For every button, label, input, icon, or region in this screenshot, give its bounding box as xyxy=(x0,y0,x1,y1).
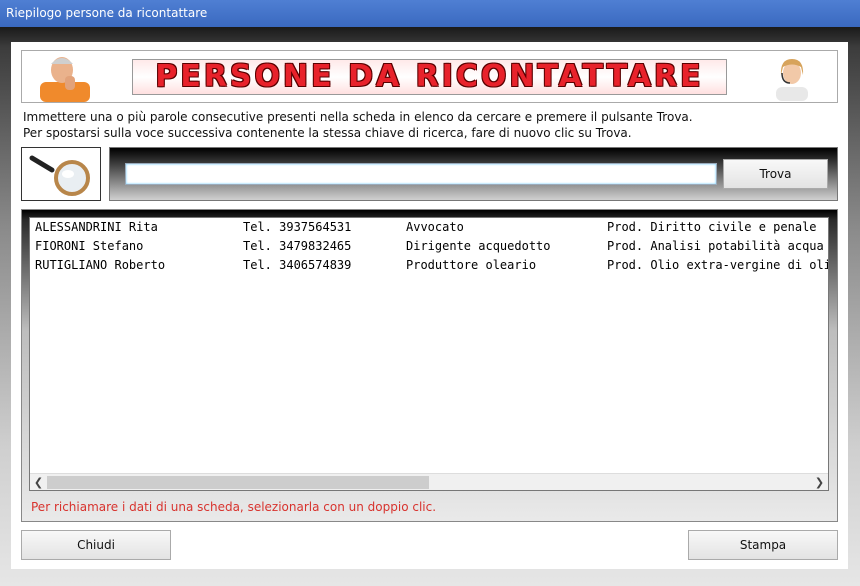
banner: PERSONE DA RICONTATTARE xyxy=(21,50,838,103)
list-rows: ALESSANDRINI Rita Tel. 3937564531 Avvoca… xyxy=(30,218,828,473)
contact-product: Prod. Olio extra-vergine di oliva xyxy=(607,258,828,272)
contact-product: Prod. Diritto civile e penale xyxy=(607,220,817,234)
operator-avatar-icon xyxy=(776,59,808,101)
horizontal-scrollbar[interactable]: ❮ ❯ xyxy=(30,473,828,490)
chevron-left-icon[interactable]: ❮ xyxy=(30,474,47,490)
instruction-line-1: Immettere una o più parole consecutive p… xyxy=(23,110,693,124)
contact-product: Prod. Analisi potabilità acqua xyxy=(607,239,824,253)
contact-phone: Tel. 3406574839 xyxy=(243,258,352,272)
contact-name: ALESSANDRINI Rita xyxy=(35,220,158,234)
contacts-list[interactable]: ALESSANDRINI Rita Tel. 3937564531 Avvoca… xyxy=(29,217,829,491)
instruction-line-2: Per spostarsi sulla voce successiva cont… xyxy=(23,126,632,140)
window-title: Riepilogo persone da ricontattare xyxy=(6,6,208,20)
magnifier-icon xyxy=(29,155,90,196)
banner-title: PERSONE DA RICONTATTARE xyxy=(132,59,727,95)
list-hint: Per richiamare i dati di una scheda, sel… xyxy=(31,500,437,514)
contact-role: Produttore oleario xyxy=(406,258,537,272)
chevron-right-icon[interactable]: ❯ xyxy=(811,474,828,490)
find-button[interactable]: Trova xyxy=(723,159,828,189)
close-button[interactable]: Chiudi xyxy=(21,530,171,560)
search-icon-box xyxy=(21,147,101,201)
contact-phone: Tel. 3937564531 xyxy=(243,220,352,234)
contact-role: Dirigente acquedotto xyxy=(406,239,551,253)
contact-role: Avvocato xyxy=(406,220,464,234)
print-button[interactable]: Stampa xyxy=(688,530,838,560)
search-input[interactable] xyxy=(125,163,717,185)
contact-phone: Tel. 3479832465 xyxy=(243,239,352,253)
man-avatar-icon xyxy=(40,57,90,102)
scrollbar-thumb[interactable] xyxy=(47,476,429,489)
contact-name: RUTIGLIANO Roberto xyxy=(35,258,166,272)
contact-name: FIORONI Stefano xyxy=(35,239,144,253)
window-title-bar: Riepilogo persone da ricontattare xyxy=(0,0,860,27)
